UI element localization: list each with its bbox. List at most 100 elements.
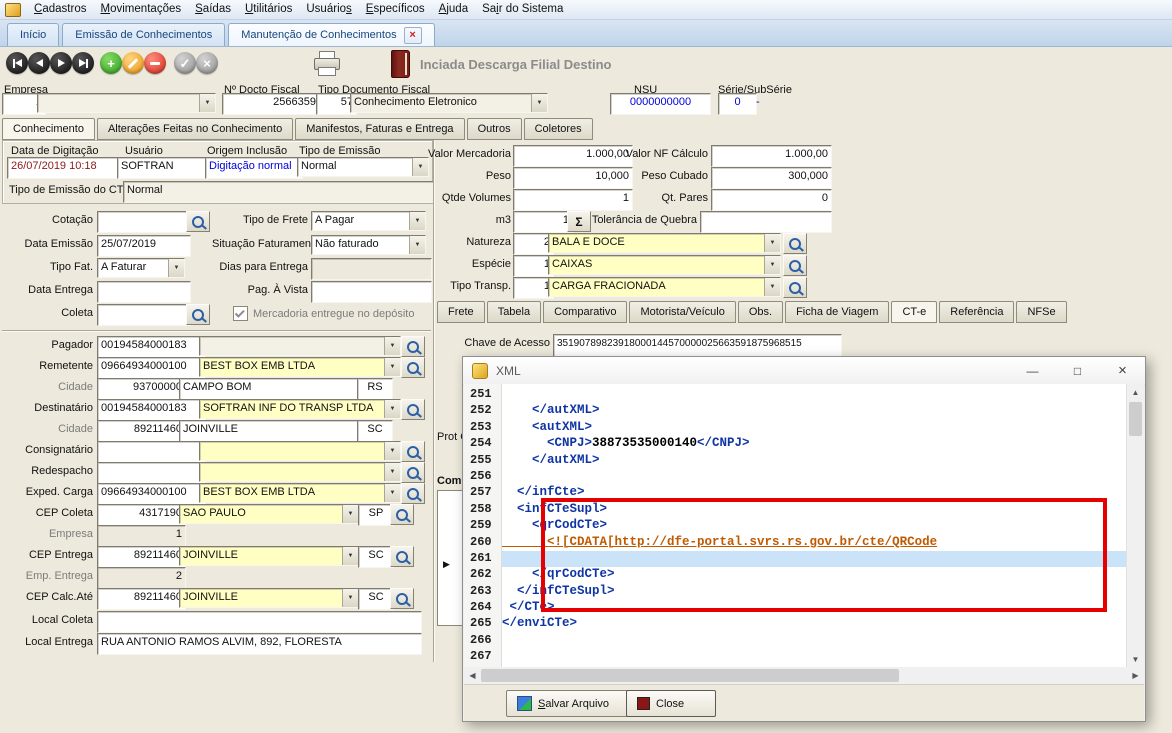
cep-calc-uf-input[interactable]: SC	[358, 588, 394, 610]
menu-utilitarios[interactable]: Utilitários	[238, 1, 299, 18]
cancel-button[interactable]: ×	[196, 52, 218, 74]
cep-calc-combo[interactable]: JOINVILLE▼	[179, 588, 359, 608]
xml-code[interactable]: </autXML> <autXML> <CNPJ>38873535000140<…	[502, 384, 1126, 667]
peso-cubado-input[interactable]: 300,000	[711, 167, 832, 189]
tab-conhecimento[interactable]: Conhecimento	[2, 118, 95, 140]
chevron-down-icon[interactable]: ▼	[384, 358, 400, 376]
peso-input[interactable]: 10,000	[513, 167, 633, 189]
cep-coleta-combo[interactable]: SAO PAULO▼	[179, 504, 359, 524]
chevron-down-icon[interactable]: ▼	[342, 589, 358, 607]
remetente-code-input[interactable]: 09664934000100	[97, 357, 206, 379]
tab-nfse[interactable]: NFSe	[1016, 301, 1066, 323]
tab-comparativo[interactable]: Comparativo	[543, 301, 627, 323]
tab-emissao-conhecimentos[interactable]: Emissão de Conhecimentos	[62, 23, 225, 46]
situacao-faturamento-combo[interactable]: Não faturado▼	[311, 235, 426, 255]
qtde-volumes-input[interactable]: 1	[513, 189, 633, 211]
delete-record-button[interactable]	[144, 52, 166, 74]
scroll-right-icon[interactable]: ▶	[1127, 667, 1144, 684]
chevron-down-icon[interactable]: ▼	[384, 400, 400, 418]
destinatario-code-input[interactable]: 00194584000183	[97, 399, 206, 421]
last-record-button[interactable]	[72, 52, 94, 74]
scroll-down-icon[interactable]: ▼	[1127, 651, 1144, 667]
tolerancia-input[interactable]	[700, 211, 832, 233]
checkbox-box[interactable]	[233, 306, 248, 321]
add-record-button[interactable]: +	[100, 52, 122, 74]
docto-fiscal-input[interactable]: 2566359	[222, 93, 320, 115]
pagador-combo[interactable]: ▼	[199, 336, 401, 356]
redespacho-search-button[interactable]	[401, 462, 425, 483]
chevron-down-icon[interactable]: ▼	[531, 94, 547, 112]
mercadoria-checkbox[interactable]: Mercadoria entregue no depósito	[233, 306, 414, 321]
cotacao-search-button[interactable]	[186, 211, 210, 232]
xml-dialog-titlebar[interactable]: XML — □ ×	[463, 357, 1145, 385]
destinatario-search-button[interactable]	[401, 399, 425, 420]
previous-record-button[interactable]	[28, 52, 50, 74]
scrollbar-thumb[interactable]	[1129, 402, 1142, 436]
exped-carga-search-button[interactable]	[401, 483, 425, 504]
tab-obs[interactable]: Obs.	[738, 301, 783, 323]
chevron-down-icon[interactable]: ▼	[199, 94, 215, 112]
tipo-frete-combo[interactable]: A Pagar▼	[311, 211, 426, 231]
especie-search-button[interactable]	[783, 255, 807, 276]
chevron-down-icon[interactable]: ▼	[168, 259, 184, 277]
tab-motorista-veiculo[interactable]: Motorista/Veículo	[629, 301, 735, 323]
tipo-doc-combo[interactable]: Conhecimento Eletronico▼	[350, 93, 548, 113]
chevron-down-icon[interactable]: ▼	[384, 442, 400, 460]
qt-pares-input[interactable]: 0	[711, 189, 832, 211]
minimize-button[interactable]: —	[1010, 357, 1055, 384]
next-record-button[interactable]	[50, 52, 72, 74]
first-record-button[interactable]	[6, 52, 28, 74]
cidade2-uf-input[interactable]: SC	[357, 420, 393, 442]
nsu-input[interactable]: 0000000000	[610, 93, 711, 115]
chevron-down-icon[interactable]: ▼	[384, 337, 400, 355]
cidade1-uf-input[interactable]: RS	[357, 378, 393, 400]
cep-entrega-search-button[interactable]	[390, 546, 414, 567]
local-entrega-input[interactable]: RUA ANTONIO RAMOS ALVIM, 892, FLORESTA	[97, 633, 422, 655]
menu-especificos[interactable]: Específicos	[359, 1, 432, 18]
chevron-down-icon[interactable]: ▼	[342, 505, 358, 523]
tab-close-icon[interactable]: ×	[404, 27, 422, 44]
cep-entrega-uf-input[interactable]: SC	[358, 546, 394, 568]
data-entrega-input[interactable]	[97, 281, 191, 303]
tab-manutencao-conhecimentos[interactable]: Manutenção de Conhecimentos ×	[228, 23, 434, 46]
cep-calc-search-button[interactable]	[390, 588, 414, 609]
redespacho-combo[interactable]: ▼	[199, 462, 401, 482]
natureza-search-button[interactable]	[783, 233, 807, 254]
tab-tabela[interactable]: Tabela	[487, 301, 541, 323]
tab-referencia[interactable]: Referência	[939, 301, 1014, 323]
menu-movimentacoes[interactable]: Movimentações	[93, 1, 188, 18]
chevron-down-icon[interactable]: ▼	[764, 256, 780, 274]
cep-entrega-combo[interactable]: JOINVILLE▼	[179, 546, 359, 566]
pag-vista-input[interactable]	[311, 281, 432, 303]
remetente-combo[interactable]: BEST BOX EMB LTDA▼	[199, 357, 401, 377]
exped-carga-combo[interactable]: BEST BOX EMB LTDA▼	[199, 483, 401, 503]
consignatario-combo[interactable]: ▼	[199, 441, 401, 461]
tab-frete[interactable]: Frete	[437, 301, 485, 323]
chevron-down-icon[interactable]: ▼	[384, 484, 400, 502]
natureza-combo[interactable]: BALA E DOCE▼	[548, 233, 781, 253]
consignatario-code-input[interactable]	[97, 441, 206, 463]
pagador-search-button[interactable]	[401, 336, 425, 357]
local-coleta-input[interactable]	[97, 611, 422, 633]
especie-combo[interactable]: CAIXAS▼	[548, 255, 781, 275]
tab-cte[interactable]: CT-e	[891, 301, 937, 323]
tab-inicio[interactable]: Início	[7, 23, 59, 46]
empresa-combo[interactable]: ▼	[37, 93, 216, 113]
print-button[interactable]	[313, 51, 339, 75]
chevron-down-icon[interactable]: ▼	[384, 463, 400, 481]
chevron-down-icon[interactable]: ▼	[342, 547, 358, 565]
confirm-button[interactable]: ✓	[174, 52, 196, 74]
redespacho-code-input[interactable]	[97, 462, 206, 484]
tab-ficha-viagem[interactable]: Ficha de Viagem	[785, 301, 889, 323]
menu-saidas[interactable]: Saídas	[188, 1, 238, 18]
tab-coletores[interactable]: Coletores	[524, 118, 593, 140]
tipo-transp-search-button[interactable]	[783, 277, 807, 298]
exped-carga-code-input[interactable]: 09664934000100	[97, 483, 206, 505]
close-window-button[interactable]: ×	[1100, 357, 1145, 384]
cidade2-code-input[interactable]: 89211460	[97, 420, 186, 442]
vertical-scrollbar[interactable]: ▲ ▼	[1126, 384, 1144, 667]
menu-usuarios[interactable]: Usuários	[299, 1, 358, 18]
chevron-down-icon[interactable]: ▼	[764, 234, 780, 252]
coleta-search-button[interactable]	[186, 304, 210, 325]
chave-acesso-input[interactable]: 3519078982391800014457000002566359187596…	[553, 334, 842, 357]
